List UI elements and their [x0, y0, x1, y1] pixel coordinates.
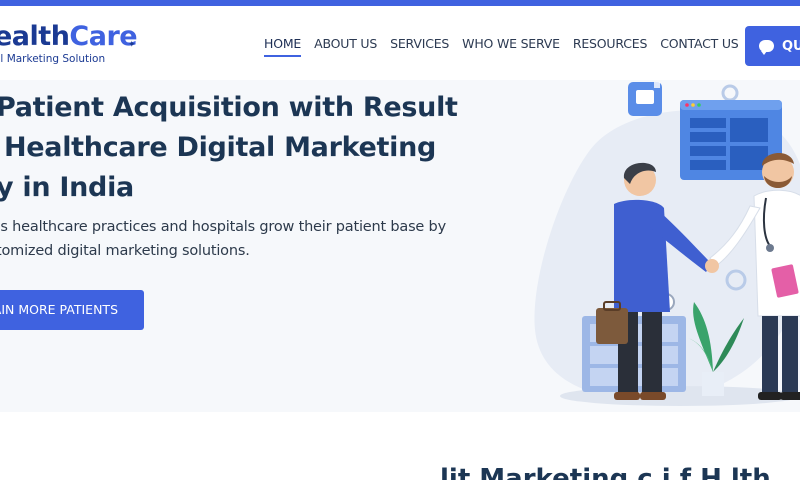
brand-name: ealthCare — [0, 21, 138, 52]
hero-section: Patient Acquisition with Result Healthca… — [0, 80, 800, 412]
site-header: ealthCare al Marketing Solution ✦ HOME A… — [0, 6, 800, 80]
brand-logo[interactable]: ealthCare al Marketing Solution — [0, 21, 138, 66]
brand-tagline: al Marketing Solution — [0, 53, 106, 65]
doctor-patient-handshake-illustration — [534, 82, 800, 406]
sparkle-icon: ✦ — [128, 40, 136, 50]
chat-bubble-icon — [759, 40, 774, 55]
section-heading-partial: lit Marketing c i f H lth — [440, 464, 771, 480]
next-section: lit Marketing c i f H lth — [0, 412, 800, 480]
nav-item-home[interactable]: HOME — [264, 36, 301, 57]
quote-button-label: QU — [782, 38, 800, 54]
quote-button[interactable]: QU — [745, 26, 800, 66]
hero-title: Patient Acquisition with Result Healthca… — [0, 92, 458, 203]
hero-subtitle: ’s healthcare practices and hospitals gr… — [0, 219, 446, 259]
nav-item-about-us[interactable]: ABOUT US — [314, 36, 377, 57]
nav-item-who-we-serve[interactable]: WHO WE SERVE — [462, 36, 560, 57]
main-nav: HOME ABOUT US SERVICES WHO WE SERVE RESO… — [264, 36, 752, 57]
nav-item-services[interactable]: SERVICES — [390, 36, 449, 57]
nav-item-resources[interactable]: RESOURCES — [573, 36, 648, 57]
nav-item-contact-us[interactable]: CONTACT US — [660, 36, 739, 57]
gain-more-patients-button[interactable]: AIN MORE PATIENTS — [0, 290, 144, 330]
